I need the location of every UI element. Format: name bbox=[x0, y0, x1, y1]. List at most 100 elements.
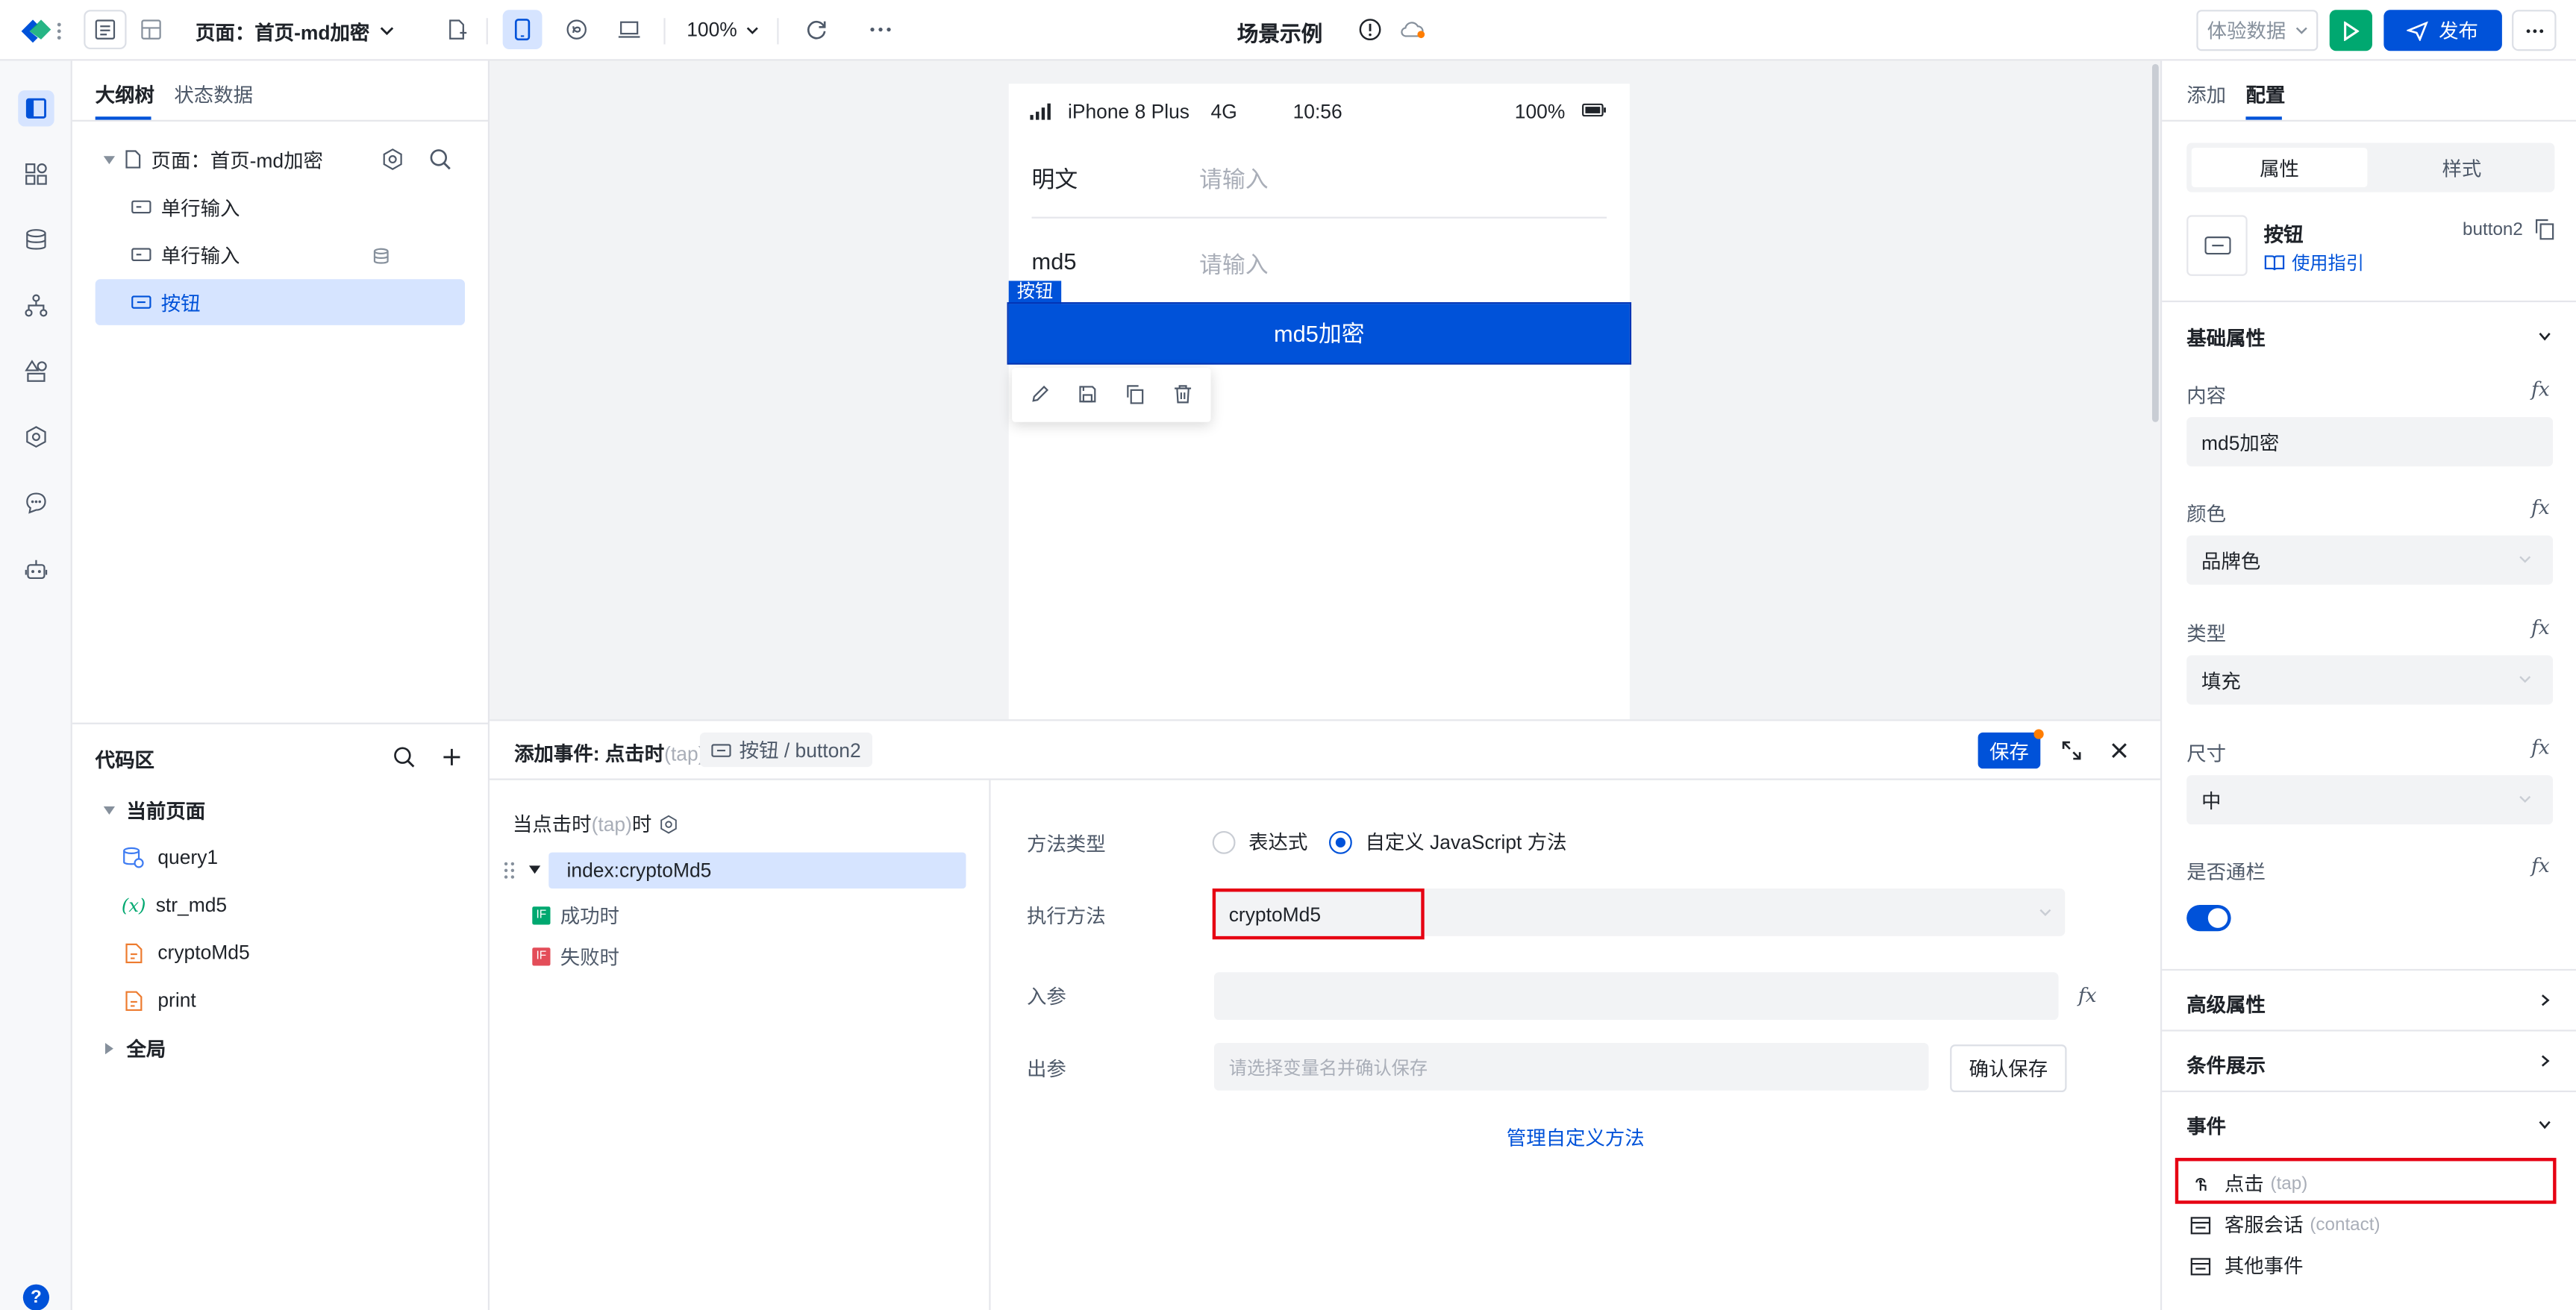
fx-icon[interactable]: fx bbox=[2531, 616, 2550, 639]
zoom-selector[interactable]: 100% bbox=[687, 18, 758, 41]
sub-tab-style[interactable]: 样式 bbox=[2374, 148, 2550, 187]
md5-input[interactable]: 请输入 bbox=[1199, 248, 1268, 281]
success-branch[interactable]: IF 成功时 bbox=[532, 902, 619, 930]
edit-icon[interactable] bbox=[1030, 384, 1049, 404]
page-selector[interactable]: 页面：首页-md加密 bbox=[196, 18, 394, 44]
chevron-right-icon[interactable] bbox=[2536, 1053, 2553, 1069]
help-icon[interactable]: ? bbox=[22, 1284, 50, 1310]
miniprogram-view-icon[interactable] bbox=[557, 10, 596, 49]
prop-size-select[interactable]: 中 bbox=[2186, 775, 2554, 825]
search-icon[interactable] bbox=[429, 148, 452, 171]
tree-page-node[interactable]: 页面：首页-md加密 bbox=[96, 137, 465, 183]
publish-button[interactable]: 发布 bbox=[2383, 10, 2502, 51]
prop-color-select[interactable]: 品牌色 bbox=[2186, 535, 2554, 585]
chevron-down-icon[interactable] bbox=[2536, 1117, 2553, 1133]
condition-display-title[interactable]: 条件展示 bbox=[2186, 1051, 2266, 1079]
canvas-scrollbar[interactable] bbox=[2151, 63, 2159, 422]
code-item-str-md5[interactable]: (x) str_md5 bbox=[96, 882, 465, 928]
tab-config[interactable]: 配置 bbox=[2245, 81, 2285, 108]
desktop-view-icon[interactable] bbox=[610, 10, 649, 49]
button-component-icon bbox=[2204, 236, 2230, 255]
add-code-icon[interactable] bbox=[440, 745, 463, 768]
event-save-button[interactable]: 保存 bbox=[1978, 732, 2041, 769]
manage-methods-link[interactable]: 管理自定义方法 bbox=[1507, 1123, 1645, 1151]
input-params-field[interactable] bbox=[1213, 972, 2059, 1021]
code-item-query1[interactable]: query1 bbox=[96, 834, 465, 880]
prop-content-input[interactable]: md5加密 bbox=[2186, 417, 2554, 467]
more-menu-icon[interactable] bbox=[2512, 10, 2557, 51]
drag-handle-icon[interactable] bbox=[503, 861, 516, 880]
save-icon[interactable] bbox=[1078, 384, 1097, 404]
settings-icon[interactable] bbox=[658, 814, 678, 833]
code-item-print[interactable]: print bbox=[96, 977, 465, 1024]
code-global[interactable]: 全局 bbox=[96, 1025, 465, 1071]
usage-guide-link[interactable]: 使用指引 bbox=[2264, 250, 2364, 276]
md5-encrypt-button[interactable]: md5加密 bbox=[1007, 302, 1632, 365]
preview-play-button[interactable] bbox=[2329, 10, 2372, 51]
sub-tab-props[interactable]: 属性 bbox=[2191, 148, 2368, 187]
plugin-icon[interactable] bbox=[18, 419, 54, 454]
block-toggle[interactable] bbox=[2186, 905, 2231, 932]
copy-id-icon[interactable] bbox=[2535, 219, 2554, 240]
chat-icon[interactable] bbox=[18, 484, 54, 520]
event-other[interactable]: 其他事件 bbox=[2190, 1252, 2304, 1279]
publish-label: 发布 bbox=[2439, 19, 2478, 43]
info-icon[interactable] bbox=[1357, 16, 1383, 43]
data-binding-icon bbox=[373, 248, 390, 264]
fx-icon[interactable]: fx bbox=[2078, 984, 2097, 1007]
app-logo[interactable] bbox=[16, 15, 66, 48]
output-params-field[interactable]: 请选择变量名并确认保存 bbox=[1213, 1042, 1929, 1091]
radio-custom-js[interactable]: 自定义 JavaScript 方法 bbox=[1329, 828, 1567, 856]
phone-status-bar: iPhone 8 Plus 4G 10:56 100% bbox=[1030, 100, 1622, 123]
tree-item-button-selected[interactable]: 按钮 bbox=[95, 279, 466, 325]
event-tap[interactable]: 点击 (tap) bbox=[2190, 1169, 2307, 1197]
caret-down-icon[interactable] bbox=[528, 865, 541, 874]
prop-type-value: 填充 bbox=[2201, 669, 2241, 692]
expand-icon[interactable] bbox=[2060, 739, 2083, 762]
delete-icon[interactable] bbox=[1173, 384, 1192, 404]
fail-branch[interactable]: IF 失败时 bbox=[532, 943, 619, 971]
refresh-icon[interactable] bbox=[797, 10, 837, 49]
code-item-cryptomd5[interactable]: cryptoMd5 bbox=[96, 930, 465, 976]
action-item-cryptomd5[interactable]: index:cryptoMd5 bbox=[548, 852, 966, 889]
new-page-icon[interactable] bbox=[437, 10, 477, 49]
fx-icon[interactable]: fx bbox=[2531, 377, 2550, 401]
mobile-view-icon[interactable] bbox=[502, 10, 543, 50]
tab-outline-tree[interactable]: 大纲树 bbox=[96, 81, 154, 108]
prop-type-select[interactable]: 填充 bbox=[2186, 655, 2554, 705]
cloud-sync-icon[interactable] bbox=[1398, 16, 1428, 43]
tree-item-input-2[interactable]: 单行输入 bbox=[96, 231, 465, 278]
chevron-down-icon[interactable] bbox=[2536, 328, 2553, 345]
outline-toggle-icon[interactable] bbox=[84, 10, 127, 50]
basic-props-title: 基础属性 bbox=[2186, 327, 2266, 350]
chevron-right-icon[interactable] bbox=[2536, 992, 2553, 1009]
page-settings-icon[interactable] bbox=[381, 148, 404, 171]
code-search-icon[interactable] bbox=[393, 745, 416, 768]
event-contact[interactable]: 客服会话 (contact) bbox=[2190, 1211, 2380, 1238]
components-icon[interactable] bbox=[18, 156, 54, 192]
fx-icon[interactable]: fx bbox=[2531, 736, 2550, 759]
copy-icon[interactable] bbox=[1125, 384, 1145, 404]
database-icon[interactable] bbox=[18, 222, 54, 257]
radio-expression[interactable]: 表达式 bbox=[1212, 828, 1307, 856]
plaintext-input[interactable]: 请输入 bbox=[1199, 163, 1268, 195]
code-current-page[interactable]: 当前页面 bbox=[96, 787, 465, 833]
code-group-label: 全局 bbox=[126, 1037, 166, 1061]
trigger-end: 时 bbox=[631, 812, 652, 836]
more-icon[interactable] bbox=[861, 10, 901, 49]
tab-state-data[interactable]: 状态数据 bbox=[174, 81, 253, 108]
fx-icon[interactable]: fx bbox=[2531, 496, 2550, 519]
layout-icon[interactable] bbox=[131, 10, 171, 49]
data-mode-select[interactable]: 体验数据 bbox=[2196, 10, 2319, 51]
fx-icon[interactable]: fx bbox=[2531, 854, 2550, 877]
confirm-save-button[interactable]: 确认保存 bbox=[1950, 1044, 2067, 1092]
robot-icon[interactable] bbox=[18, 552, 54, 588]
workflow-icon[interactable] bbox=[18, 287, 54, 323]
tree-item-input-1[interactable]: 单行输入 bbox=[96, 184, 465, 231]
event-editor-panel: 添加事件: 点击时(tap) 按钮 / button2 保存 当点击时 (tap)… bbox=[490, 719, 2160, 1310]
close-icon[interactable] bbox=[2110, 741, 2129, 760]
advanced-props-title[interactable]: 高级属性 bbox=[2186, 991, 2266, 1018]
tab-add[interactable]: 添加 bbox=[2186, 81, 2226, 108]
assets-icon[interactable] bbox=[18, 353, 54, 389]
outline-tree-icon[interactable] bbox=[18, 90, 54, 127]
